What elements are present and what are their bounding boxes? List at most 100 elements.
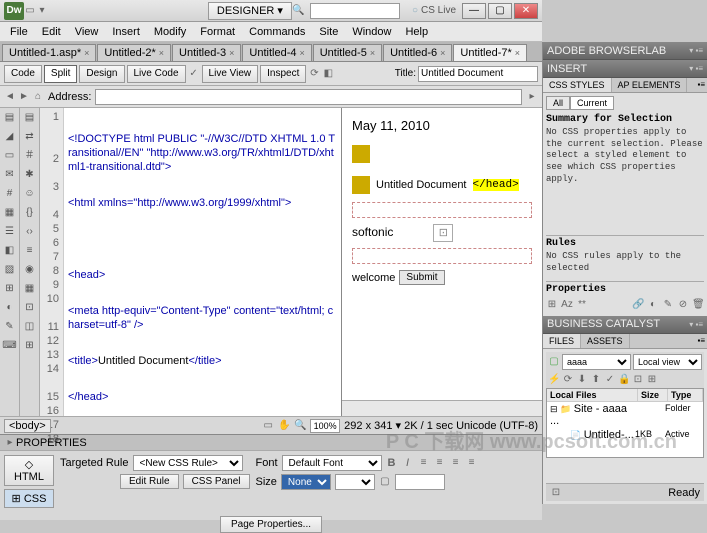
tool-icon[interactable]: ◧ [2,243,18,259]
close-icon[interactable]: × [440,48,445,58]
live-code-button[interactable]: Live Code [127,65,186,83]
site-select[interactable]: aaaa [562,354,631,370]
business-catalyst-header[interactable]: BUSINESS CATALYST▾ ▪≡ [543,316,707,334]
tool-icon[interactable]: ⇄ [22,129,38,145]
align-right-icon[interactable]: ≡ [450,457,462,469]
tool-icon[interactable]: ◫ [22,319,38,335]
split-view-button[interactable]: Split [44,65,77,83]
view-select[interactable]: Local view [633,354,702,370]
tool-icon[interactable]: ▨ [2,262,18,278]
tool-icon[interactable]: ⊞ [2,281,18,297]
size-unit-select[interactable] [335,474,375,490]
css-panel-button[interactable]: CSS Panel [183,474,250,489]
html-mode-button[interactable]: ◇ HTML [4,455,54,486]
edit-rule-button[interactable]: Edit Rule [120,474,179,489]
menu-commands[interactable]: Commands [243,24,311,40]
empty-para-placeholder[interactable] [352,248,532,264]
tool-icon[interactable]: ＃ [22,148,38,164]
ap-elements-tab[interactable]: AP ELEMENTS [612,78,688,92]
sync-icon[interactable]: ⊡ [632,374,644,386]
close-icon[interactable]: × [515,48,520,58]
go-icon[interactable]: ▸ [526,91,538,103]
refresh-icon[interactable]: ⟳ [308,68,320,80]
image-placeholder-icon[interactable] [352,176,370,194]
tool-icon[interactable]: ✎ [2,319,18,335]
file-row[interactable]: 📄 Untitled-...1KBActive [547,428,703,442]
anchor-placeholder[interactable] [352,202,532,218]
tool-icon[interactable]: ◢ [2,129,18,145]
expand-icon[interactable]: ⊞ [646,374,658,386]
zoom-tool-icon[interactable]: 🔍 [294,420,306,432]
tool-icon[interactable]: ☺ [22,186,38,202]
page-properties-button[interactable]: Page Properties... [220,516,322,533]
tool-icon[interactable]: {} [22,205,38,221]
code-view-button[interactable]: Code [4,65,42,83]
doc-tab-active[interactable]: Untitled-7*× [453,44,527,61]
tool-icon[interactable]: ⊞ [22,338,38,354]
code-editor[interactable]: <!DOCTYPE html PUBLIC "-//W3C//DTD XHTML… [64,108,341,416]
align-justify-icon[interactable]: ≡ [466,457,478,469]
forward-icon[interactable]: ► [18,91,30,103]
home-icon[interactable]: ⌂ [32,91,44,103]
tool-icon[interactable]: ▤ [2,110,18,126]
live-view-button[interactable]: Live View [202,65,259,83]
select-tool-icon[interactable]: ▭ [262,420,274,432]
targeted-rule-select[interactable]: <New CSS Rule> [133,455,243,471]
close-icon[interactable]: × [229,48,234,58]
dropdown-icon[interactable]: ▾ [36,5,48,17]
align-center-icon[interactable]: ≡ [434,457,446,469]
close-button[interactable]: ✕ [514,3,538,19]
list-view-icon[interactable]: Az [561,299,573,311]
close-icon[interactable]: × [159,48,164,58]
connect-icon[interactable]: ⚡ [548,374,560,386]
workspace-switcher[interactable]: DESIGNER ▾ [208,2,292,20]
back-icon[interactable]: ◄ [4,91,16,103]
get-icon[interactable]: ⬇ [576,374,588,386]
tool-icon[interactable]: ☰ [2,224,18,240]
image-placeholder-icon[interactable] [352,145,370,163]
color-input[interactable] [395,474,445,490]
doc-tab[interactable]: Untitled-5× [313,44,382,61]
zoom-input[interactable] [310,419,340,433]
tool-icon[interactable]: ◐ [2,300,18,316]
close-icon[interactable]: × [299,48,304,58]
font-select[interactable]: Default Font [282,455,382,471]
refresh-icon[interactable]: ⟳ [562,374,574,386]
tool-icon[interactable]: ⊡ [22,300,38,316]
title-input[interactable] [418,66,538,82]
tool-icon[interactable]: # [2,186,18,202]
checkout-icon[interactable]: ✓ [604,374,616,386]
close-icon[interactable]: × [370,48,375,58]
assets-tab[interactable]: ASSETS [581,334,630,348]
menu-insert[interactable]: Insert [106,24,146,40]
put-icon[interactable]: ⬆ [590,374,602,386]
properties-header[interactable]: PROPERTIES [16,437,87,449]
tool-icon[interactable]: ◉ [22,262,38,278]
menu-window[interactable]: Window [346,24,397,40]
current-button[interactable]: Current [570,96,614,110]
align-left-icon[interactable]: ≡ [418,457,430,469]
minimize-button[interactable]: — [462,3,486,19]
tool-icon[interactable]: ▭ [2,148,18,164]
col-local-files[interactable]: Local Files [547,389,638,401]
set-view-icon[interactable]: ** [576,299,588,311]
maximize-button[interactable]: ▢ [488,3,512,19]
cslive-button[interactable]: CS Live [412,5,456,16]
tool-icon[interactable]: ‹› [22,224,38,240]
file-row[interactable]: ⊟ 📁 Site - aaaa ...Folder [547,402,703,428]
bold-icon[interactable]: B [386,457,398,469]
tool-icon[interactable]: ≡ [22,243,38,259]
tool-icon[interactable]: ✉ [2,167,18,183]
design-view-button[interactable]: Design [79,65,124,83]
search-icon[interactable]: 🔍 [292,5,304,17]
inspect-button[interactable]: Inspect [260,65,306,83]
files-tab[interactable]: FILES [543,334,581,348]
tool-icon[interactable]: ▦ [22,281,38,297]
menu-site[interactable]: Site [313,24,344,40]
menu-help[interactable]: Help [399,24,434,40]
doc-tab[interactable]: Untitled-1.asp*× [2,44,96,61]
tool-icon[interactable]: ⌨ [2,338,18,354]
tag-selector[interactable]: <body> [4,419,51,433]
address-input[interactable] [95,89,522,105]
horizontal-scrollbar[interactable] [342,400,542,416]
